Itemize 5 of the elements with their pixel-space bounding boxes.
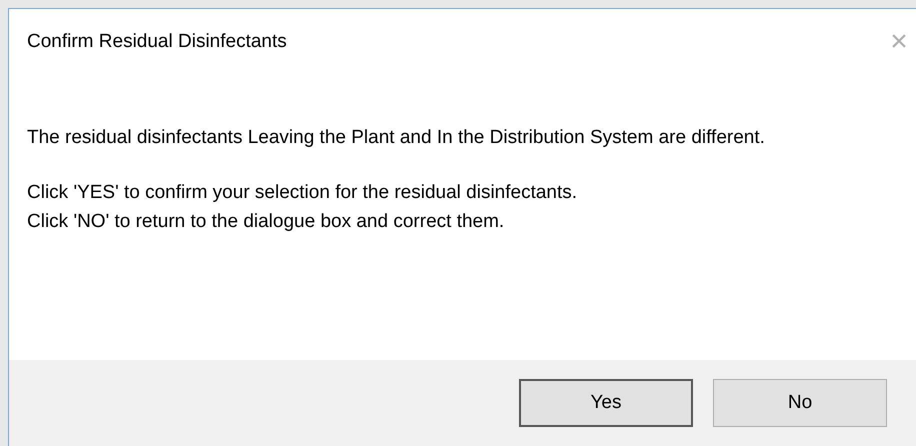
dialog-button[interactable]: Yes: [519, 379, 693, 427]
dialog-button[interactable]: No: [713, 379, 887, 427]
message-text: Click 'YES' to confirm your selection for the residual disinfectants. Click 'NO' to return to the dialogue box and correct them.: [27, 181, 578, 234]
window-title: Confirm Residual Disinfectants: [27, 30, 287, 54]
message-text: The residual disinfectants Leaving the Plant and In the Distribution System are different.: [27, 126, 766, 150]
